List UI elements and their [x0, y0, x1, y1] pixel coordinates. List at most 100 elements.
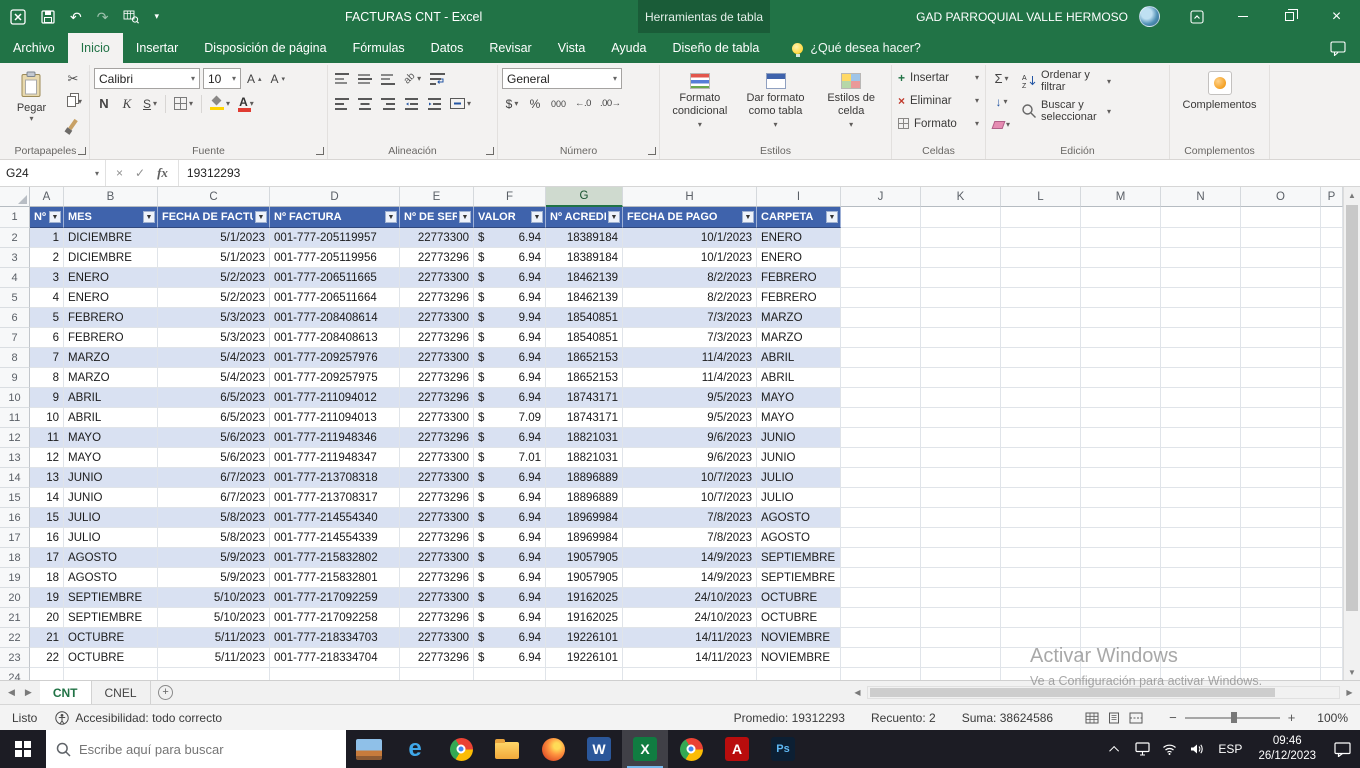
cell-P10[interactable] [1321, 388, 1343, 408]
decrease-indent-button[interactable] [401, 93, 421, 114]
cell-I17[interactable]: AGOSTO [757, 528, 841, 548]
cell-M19[interactable] [1081, 568, 1161, 588]
page-break-view-button[interactable] [1129, 712, 1143, 724]
vertical-scroll-track[interactable] [1344, 203, 1360, 664]
cell-B18[interactable]: AGOSTO [64, 548, 158, 568]
cell-J15[interactable] [841, 488, 921, 508]
cell-D9[interactable]: 001-777-209257975 [270, 368, 400, 388]
row-header-9[interactable]: 9 [0, 368, 30, 388]
cell-G17[interactable]: 18969984 [546, 528, 623, 548]
cell-B15[interactable]: JUNIO [64, 488, 158, 508]
cell-D7[interactable]: 001-777-208408613 [270, 328, 400, 348]
cell-M20[interactable] [1081, 588, 1161, 608]
taskbar-app-acrobat[interactable]: A [714, 730, 760, 768]
cell-N22[interactable] [1161, 628, 1241, 648]
cell-M14[interactable] [1081, 468, 1161, 488]
cell-F7[interactable]: $6.94 [474, 328, 546, 348]
cell-F2[interactable]: $6.94 [474, 228, 546, 248]
cell-C17[interactable]: 5/8/2023 [158, 528, 270, 548]
cell-P6[interactable] [1321, 308, 1343, 328]
taskbar-app-photoshop[interactable]: Ps [760, 730, 806, 768]
cell-M17[interactable] [1081, 528, 1161, 548]
column-header-L[interactable]: L [1001, 187, 1081, 207]
cell-F8[interactable]: $6.94 [474, 348, 546, 368]
cell-B22[interactable]: OCTUBRE [64, 628, 158, 648]
cell-K14[interactable] [921, 468, 1001, 488]
cell-P15[interactable] [1321, 488, 1343, 508]
cell-E12[interactable]: 22773296 [400, 428, 474, 448]
cell-M5[interactable] [1081, 288, 1161, 308]
cell-D22[interactable]: 001-777-218334703 [270, 628, 400, 648]
cell-A2[interactable]: 1 [30, 228, 64, 248]
tab-datos[interactable]: Datos [418, 33, 477, 63]
cell-H5[interactable]: 8/2/2023 [623, 288, 757, 308]
cell-M11[interactable] [1081, 408, 1161, 428]
cell-F20[interactable]: $6.94 [474, 588, 546, 608]
row-header-18[interactable]: 18 [0, 548, 30, 568]
cell-L9[interactable] [1001, 368, 1081, 388]
cell-E2[interactable]: 22773300 [400, 228, 474, 248]
cell-L20[interactable] [1001, 588, 1081, 608]
cell-K17[interactable] [921, 528, 1001, 548]
cell-J8[interactable] [841, 348, 921, 368]
cell-D23[interactable]: 001-777-218334704 [270, 648, 400, 668]
cell-P17[interactable] [1321, 528, 1343, 548]
cell-A16[interactable]: 15 [30, 508, 64, 528]
row-header-23[interactable]: 23 [0, 648, 30, 668]
cell-F3[interactable]: $6.94 [474, 248, 546, 268]
cell-K19[interactable] [921, 568, 1001, 588]
cell-J18[interactable] [841, 548, 921, 568]
cell-E6[interactable]: 22773300 [400, 308, 474, 328]
cell-B2[interactable]: DICIEMBRE [64, 228, 158, 248]
zoom-out-button[interactable]: − [1169, 710, 1177, 725]
cell-M21[interactable] [1081, 608, 1161, 628]
cell-A20[interactable]: 19 [30, 588, 64, 608]
cell-C4[interactable]: 5/2/2023 [158, 268, 270, 288]
cell-G9[interactable]: 18652153 [546, 368, 623, 388]
cell-G6[interactable]: 18540851 [546, 308, 623, 328]
cell-P19[interactable] [1321, 568, 1343, 588]
cell-K1[interactable] [921, 207, 1001, 228]
new-sheet-button[interactable]: + [151, 681, 181, 704]
format-as-table-button[interactable]: Dar formato como tabla ▾ [740, 68, 812, 140]
cell-H15[interactable]: 10/7/2023 [623, 488, 757, 508]
cell-L15[interactable] [1001, 488, 1081, 508]
search-input[interactable] [79, 742, 319, 757]
cell-P4[interactable] [1321, 268, 1343, 288]
cell-C14[interactable]: 6/7/2023 [158, 468, 270, 488]
cell-G22[interactable]: 19226101 [546, 628, 623, 648]
zoom-slider-thumb[interactable] [1231, 712, 1237, 723]
cell-L5[interactable] [1001, 288, 1081, 308]
start-button[interactable] [0, 730, 46, 768]
align-right-button[interactable] [378, 93, 398, 114]
row-header-2[interactable]: 2 [0, 228, 30, 248]
cell-N3[interactable] [1161, 248, 1241, 268]
close-button[interactable]: × [1313, 0, 1360, 33]
cell-I19[interactable]: SEPTIEMBRE [757, 568, 841, 588]
cell-styles-button[interactable]: Estilos de celda ▾ [815, 68, 887, 140]
cell-O10[interactable] [1241, 388, 1321, 408]
cell-K10[interactable] [921, 388, 1001, 408]
cell-B12[interactable]: MAYO [64, 428, 158, 448]
cell-D3[interactable]: 001-777-205119956 [270, 248, 400, 268]
cell-J2[interactable] [841, 228, 921, 248]
cell-C18[interactable]: 5/9/2023 [158, 548, 270, 568]
cell-M22[interactable] [1081, 628, 1161, 648]
cell-J1[interactable] [841, 207, 921, 228]
cell-L17[interactable] [1001, 528, 1081, 548]
cell-L18[interactable] [1001, 548, 1081, 568]
cell-D24[interactable] [270, 668, 400, 680]
scroll-up-icon[interactable]: ▲ [1344, 187, 1360, 203]
cell-K9[interactable] [921, 368, 1001, 388]
row-header-6[interactable]: 6 [0, 308, 30, 328]
taskbar-app-excel[interactable]: X [622, 730, 668, 768]
cell-L1[interactable] [1001, 207, 1081, 228]
filter-button-C[interactable]: ▼ [255, 211, 267, 223]
cell-C2[interactable]: 5/1/2023 [158, 228, 270, 248]
cell-E24[interactable] [400, 668, 474, 680]
taskbar-app-firefox[interactable] [530, 730, 576, 768]
cell-K4[interactable] [921, 268, 1001, 288]
cell-D5[interactable]: 001-777-206511664 [270, 288, 400, 308]
cell-I16[interactable]: AGOSTO [757, 508, 841, 528]
cell-B10[interactable]: ABRIL [64, 388, 158, 408]
